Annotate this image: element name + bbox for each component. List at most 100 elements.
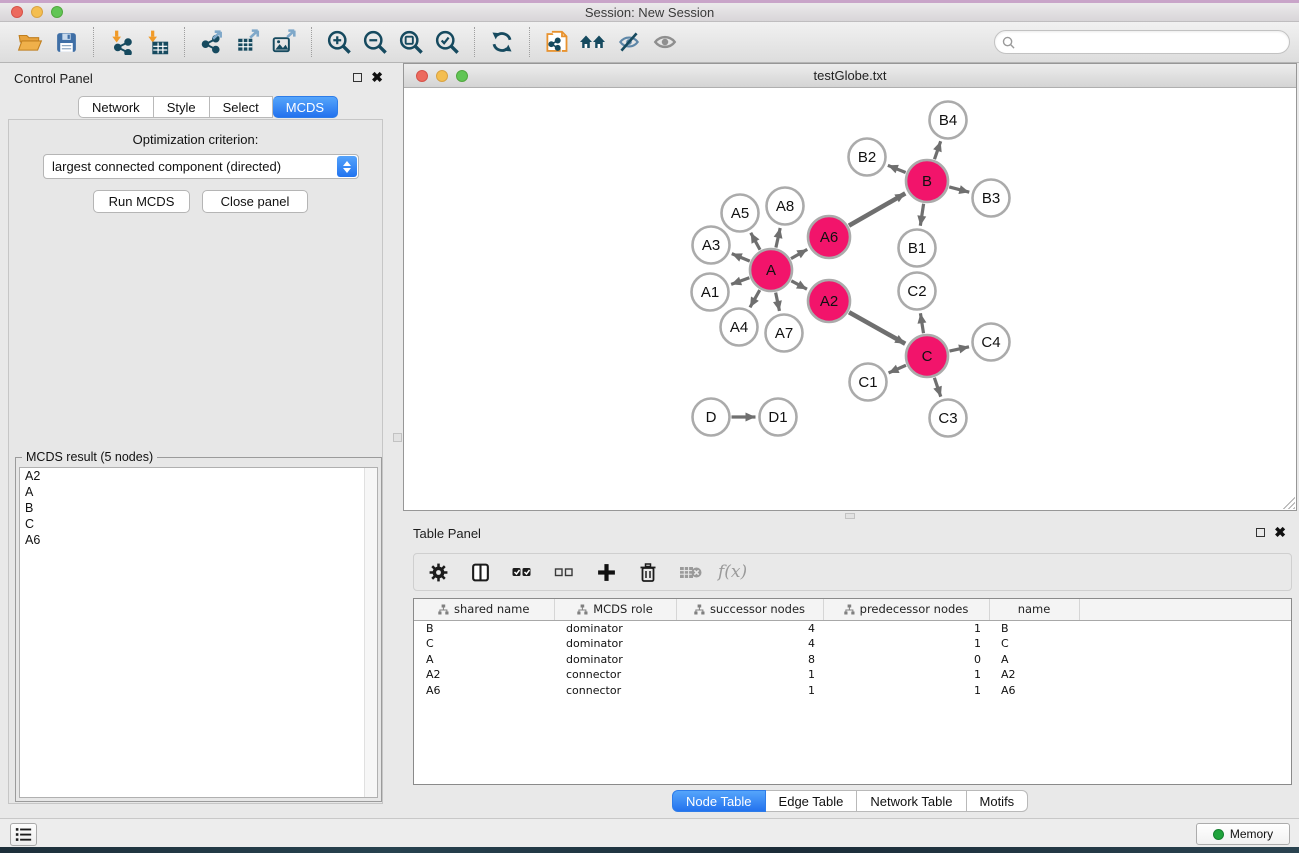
search-field[interactable]: [994, 30, 1290, 54]
edge-A-A3[interactable]: [732, 254, 750, 262]
cell-shared-name[interactable]: C: [414, 636, 554, 652]
export-image-button[interactable]: [266, 26, 302, 58]
edge-C-C1[interactable]: [889, 365, 906, 373]
table-row[interactable]: Bdominator41B: [414, 620, 1291, 636]
memory-button[interactable]: Memory: [1196, 823, 1290, 845]
function-builder-button[interactable]: f(x): [718, 562, 747, 582]
cell-shared-name[interactable]: B: [414, 620, 554, 636]
home-layout-button[interactable]: [575, 26, 611, 58]
float-panel-icon[interactable]: [353, 73, 362, 82]
column-header-name[interactable]: name: [989, 599, 1079, 620]
result-scrollbar[interactable]: [364, 468, 377, 797]
edge-A-A5[interactable]: [751, 233, 760, 250]
cell-predecessor-nodes[interactable]: 1: [823, 683, 989, 699]
table-row[interactable]: Cdominator41C: [414, 636, 1291, 652]
cell-MCDS-role[interactable]: dominator: [554, 651, 676, 667]
vertical-split-handle[interactable]: [393, 433, 402, 442]
result-item[interactable]: C: [20, 516, 377, 532]
import-network-button[interactable]: [103, 26, 139, 58]
export-table-button[interactable]: [230, 26, 266, 58]
tab-network-table[interactable]: Network Table: [857, 790, 966, 812]
import-table-button[interactable]: [139, 26, 175, 58]
delete-table-button[interactable]: [676, 558, 704, 586]
edge-B-B2[interactable]: [888, 165, 906, 172]
cell-predecessor-nodes[interactable]: 1: [823, 636, 989, 652]
result-item[interactable]: A2: [20, 468, 377, 484]
cell-successor-nodes[interactable]: 8: [676, 651, 823, 667]
column-header-predecessor-nodes[interactable]: predecessor nodes: [823, 599, 989, 620]
edge-A2-C[interactable]: [849, 312, 905, 344]
cell-successor-nodes[interactable]: 4: [676, 636, 823, 652]
cell-shared-name[interactable]: A: [414, 651, 554, 667]
tab-style[interactable]: Style: [154, 96, 210, 118]
clone-network-button[interactable]: [539, 26, 575, 58]
cell-predecessor-nodes[interactable]: 1: [823, 667, 989, 683]
column-visibility-button[interactable]: [466, 558, 494, 586]
task-history-button[interactable]: [10, 823, 37, 846]
edge-A6-B[interactable]: [849, 193, 905, 225]
edge-C-C3[interactable]: [934, 378, 940, 397]
node-table[interactable]: shared nameMCDS rolesuccessor nodesprede…: [413, 598, 1292, 785]
edge-A-A2[interactable]: [791, 281, 807, 289]
run-mcds-button[interactable]: Run MCDS: [93, 190, 190, 213]
result-item[interactable]: A: [20, 484, 377, 500]
close-table-panel-icon[interactable]: ✖: [1274, 527, 1286, 538]
edge-C-C2[interactable]: [920, 313, 923, 333]
close-panel-icon[interactable]: ✖: [371, 72, 383, 83]
cell-predecessor-nodes[interactable]: 1: [823, 620, 989, 636]
export-network-button[interactable]: [194, 26, 230, 58]
network-canvas[interactable]: AA6A2BCA5A8A3A1A4A7B1B2B3B4C1C2C3C4DD1: [404, 88, 1296, 510]
edge-A-A4[interactable]: [750, 290, 760, 307]
table-row[interactable]: A6connector11A6: [414, 683, 1291, 699]
cell-shared-name[interactable]: A6: [414, 683, 554, 699]
cell-MCDS-role[interactable]: dominator: [554, 620, 676, 636]
edge-B-B1[interactable]: [920, 204, 923, 226]
cell-name[interactable]: A2: [989, 667, 1079, 683]
add-column-button[interactable]: [592, 558, 620, 586]
resize-grip-icon[interactable]: [1282, 496, 1295, 509]
zoom-selected-button[interactable]: [429, 26, 465, 58]
tab-node-table[interactable]: Node Table: [672, 790, 766, 812]
tab-network[interactable]: Network: [78, 96, 154, 118]
edge-A-A7[interactable]: [776, 293, 780, 311]
zoom-fit-button[interactable]: [393, 26, 429, 58]
table-row[interactable]: Adominator80A: [414, 651, 1291, 667]
delete-columns-button[interactable]: [634, 558, 662, 586]
tab-motifs[interactable]: Motifs: [967, 790, 1029, 812]
cell-MCDS-role[interactable]: connector: [554, 667, 676, 683]
cell-name[interactable]: A6: [989, 683, 1079, 699]
edge-A-A6[interactable]: [791, 249, 807, 258]
criterion-dropdown[interactable]: largest connected component (directed): [43, 154, 359, 179]
cell-successor-nodes[interactable]: 4: [676, 620, 823, 636]
edge-A-A8[interactable]: [776, 228, 780, 248]
edge-B-B4[interactable]: [934, 141, 940, 159]
close-panel-button[interactable]: Close panel: [202, 190, 308, 213]
result-item[interactable]: B: [20, 500, 377, 516]
zoom-in-button[interactable]: [321, 26, 357, 58]
cell-predecessor-nodes[interactable]: 0: [823, 651, 989, 667]
column-header-shared-name[interactable]: shared name: [414, 599, 554, 620]
edge-A-A1[interactable]: [731, 278, 749, 285]
edge-B-B3[interactable]: [949, 187, 969, 192]
column-header-MCDS-role[interactable]: MCDS role: [554, 599, 676, 620]
cell-name[interactable]: B: [989, 620, 1079, 636]
save-session-button[interactable]: [48, 26, 84, 58]
column-header-successor-nodes[interactable]: successor nodes: [676, 599, 823, 620]
tab-edge-table[interactable]: Edge Table: [766, 790, 858, 812]
select-all-rows-button[interactable]: [508, 558, 536, 586]
deselect-all-rows-button[interactable]: [550, 558, 578, 586]
float-table-panel-icon[interactable]: [1256, 528, 1265, 537]
open-session-button[interactable]: [12, 26, 48, 58]
refresh-button[interactable]: [484, 26, 520, 58]
result-item[interactable]: A6: [20, 532, 377, 548]
cell-shared-name[interactable]: A2: [414, 667, 554, 683]
tab-mcds[interactable]: MCDS: [273, 96, 338, 118]
cell-MCDS-role[interactable]: dominator: [554, 636, 676, 652]
zoom-out-button[interactable]: [357, 26, 393, 58]
table-row[interactable]: A2connector11A2: [414, 667, 1291, 683]
network-window-titlebar[interactable]: testGlobe.txt: [404, 64, 1296, 88]
horizontal-split-handle[interactable]: [845, 513, 855, 519]
edge-C-C4[interactable]: [949, 347, 969, 351]
search-input[interactable]: [1019, 33, 1289, 51]
cell-name[interactable]: C: [989, 636, 1079, 652]
